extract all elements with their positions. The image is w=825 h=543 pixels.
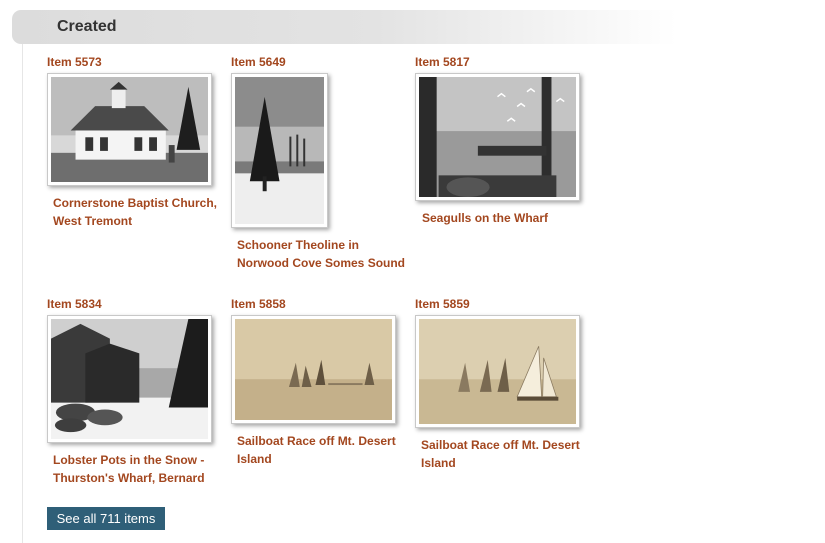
section-title: Created (57, 18, 117, 35)
item-caption-link[interactable]: Sailboat Race off Mt. Desert Island (421, 436, 596, 472)
item-caption-link[interactable]: Sailboat Race off Mt. Desert Island (237, 432, 412, 468)
item-thumbnail[interactable] (415, 315, 580, 428)
sailboat-race-photo (419, 319, 576, 424)
item-id-link[interactable]: Item 5817 (415, 55, 470, 69)
item-thumbnail[interactable] (47, 73, 212, 186)
item-id-link[interactable]: Item 5834 (47, 297, 102, 311)
item-id-link[interactable]: Item 5859 (415, 297, 470, 311)
item-caption-link[interactable]: Seagulls on the Wharf (422, 209, 597, 227)
left-divider (22, 40, 23, 543)
section-header: Created (12, 10, 677, 44)
seagulls-photo (419, 77, 576, 197)
item-caption-link[interactable]: Lobster Pots in the Snow - Thurston's Wh… (53, 451, 228, 487)
schooner-photo (235, 77, 324, 224)
lobster-pots-photo (51, 319, 208, 439)
item-caption-link[interactable]: Schooner Theoline in Norwood Cove Somes … (237, 236, 412, 272)
item-id-link[interactable]: Item 5649 (231, 55, 286, 69)
item-caption-link[interactable]: Cornerstone Baptist Church, West Tremont (53, 194, 228, 230)
item-thumbnail[interactable] (231, 73, 328, 228)
sailboat-race-photo (235, 319, 392, 420)
see-all-items-button[interactable]: See all 711 items (47, 507, 165, 530)
item-thumbnail[interactable] (415, 73, 580, 201)
item-thumbnail[interactable] (47, 315, 212, 443)
item-thumbnail[interactable] (231, 315, 396, 424)
church-photo (51, 77, 208, 182)
item-id-link[interactable]: Item 5858 (231, 297, 286, 311)
item-id-link[interactable]: Item 5573 (47, 55, 102, 69)
